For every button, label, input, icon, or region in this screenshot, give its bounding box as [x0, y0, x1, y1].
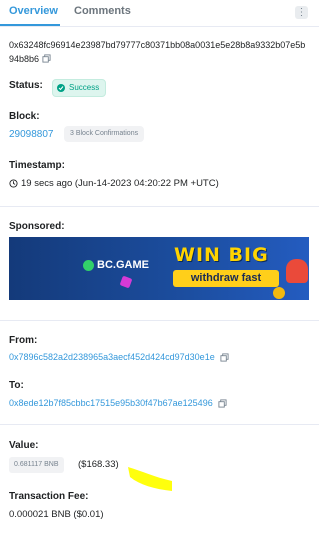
tab-overview[interactable]: Overview	[9, 5, 58, 17]
fee-value: 0.000021 BNB ($0.01)	[9, 509, 104, 520]
divider	[0, 206, 319, 207]
block-confirmations-badge: 3 Block Confirmations	[64, 126, 145, 142]
ad-headline: WIN BIG	[174, 244, 269, 266]
value-usd: ($168.33)	[78, 459, 119, 470]
value-bnb-badge: 0.681117 BNB	[9, 457, 64, 473]
status-badge: Success	[52, 79, 107, 97]
ad-brand-logo: BC.GAME	[83, 259, 149, 271]
to-address-row: 0x8ede12b7f85cbbc17515e95b30f47b67ae1254…	[9, 398, 227, 408]
coin-icon	[273, 287, 285, 299]
from-address-link[interactable]: 0x7896c582a2d238965a3aecf452d424cd97d30e…	[9, 352, 215, 362]
clock-icon	[9, 179, 18, 188]
divider	[0, 320, 319, 321]
ad-cta-button[interactable]: withdraw fast	[173, 270, 279, 287]
ad-brand-mark-icon	[83, 259, 94, 271]
sponsored-ad-banner[interactable]: BC.GAME WIN BIG withdraw fast	[9, 237, 309, 300]
transaction-hash-value: 0x63248fc96914e23987bd79777c80371bb08a00…	[9, 40, 306, 64]
to-label: To:	[9, 380, 24, 391]
tab-comments[interactable]: Comments	[74, 5, 131, 17]
copy-icon[interactable]	[42, 54, 51, 63]
sponsored-label: Sponsored:	[9, 221, 65, 232]
divider	[0, 424, 319, 425]
timestamp: 19 secs ago (Jun-14-2023 04:20:22 PM +UT…	[9, 178, 219, 189]
ad-brand-name: BC.GAME	[97, 259, 149, 271]
block-label: Block:	[9, 111, 40, 122]
kebab-menu-icon[interactable]: ⋮	[295, 6, 308, 19]
mascot-icon	[286, 259, 308, 283]
status-label: Status:	[9, 80, 43, 91]
to-address-link[interactable]: 0x8ede12b7f85cbbc17515e95b30f47b67ae1254…	[9, 398, 213, 408]
from-address-row: 0x7896c582a2d238965a3aecf452d424cd97d30e…	[9, 352, 229, 362]
fee-label: Transaction Fee:	[9, 491, 89, 502]
value-label: Value:	[9, 440, 39, 451]
dice-icon	[119, 275, 133, 289]
timestamp-value: 19 secs ago (Jun-14-2023 04:20:22 PM +UT…	[21, 178, 219, 189]
tab-bar: Overview Comments ⋮	[0, 0, 319, 27]
transaction-hash: 0x63248fc96914e23987bd79777c80371bb08a00…	[9, 38, 309, 66]
timestamp-label: Timestamp:	[9, 160, 65, 171]
highlight-annotation	[128, 467, 172, 491]
check-icon	[57, 84, 65, 92]
copy-icon[interactable]	[220, 352, 229, 362]
block-number-link[interactable]: 29098807	[9, 129, 54, 140]
copy-icon[interactable]	[218, 398, 227, 408]
from-label: From:	[9, 335, 38, 346]
active-tab-indicator	[0, 24, 60, 26]
status-value: Success	[69, 83, 100, 92]
